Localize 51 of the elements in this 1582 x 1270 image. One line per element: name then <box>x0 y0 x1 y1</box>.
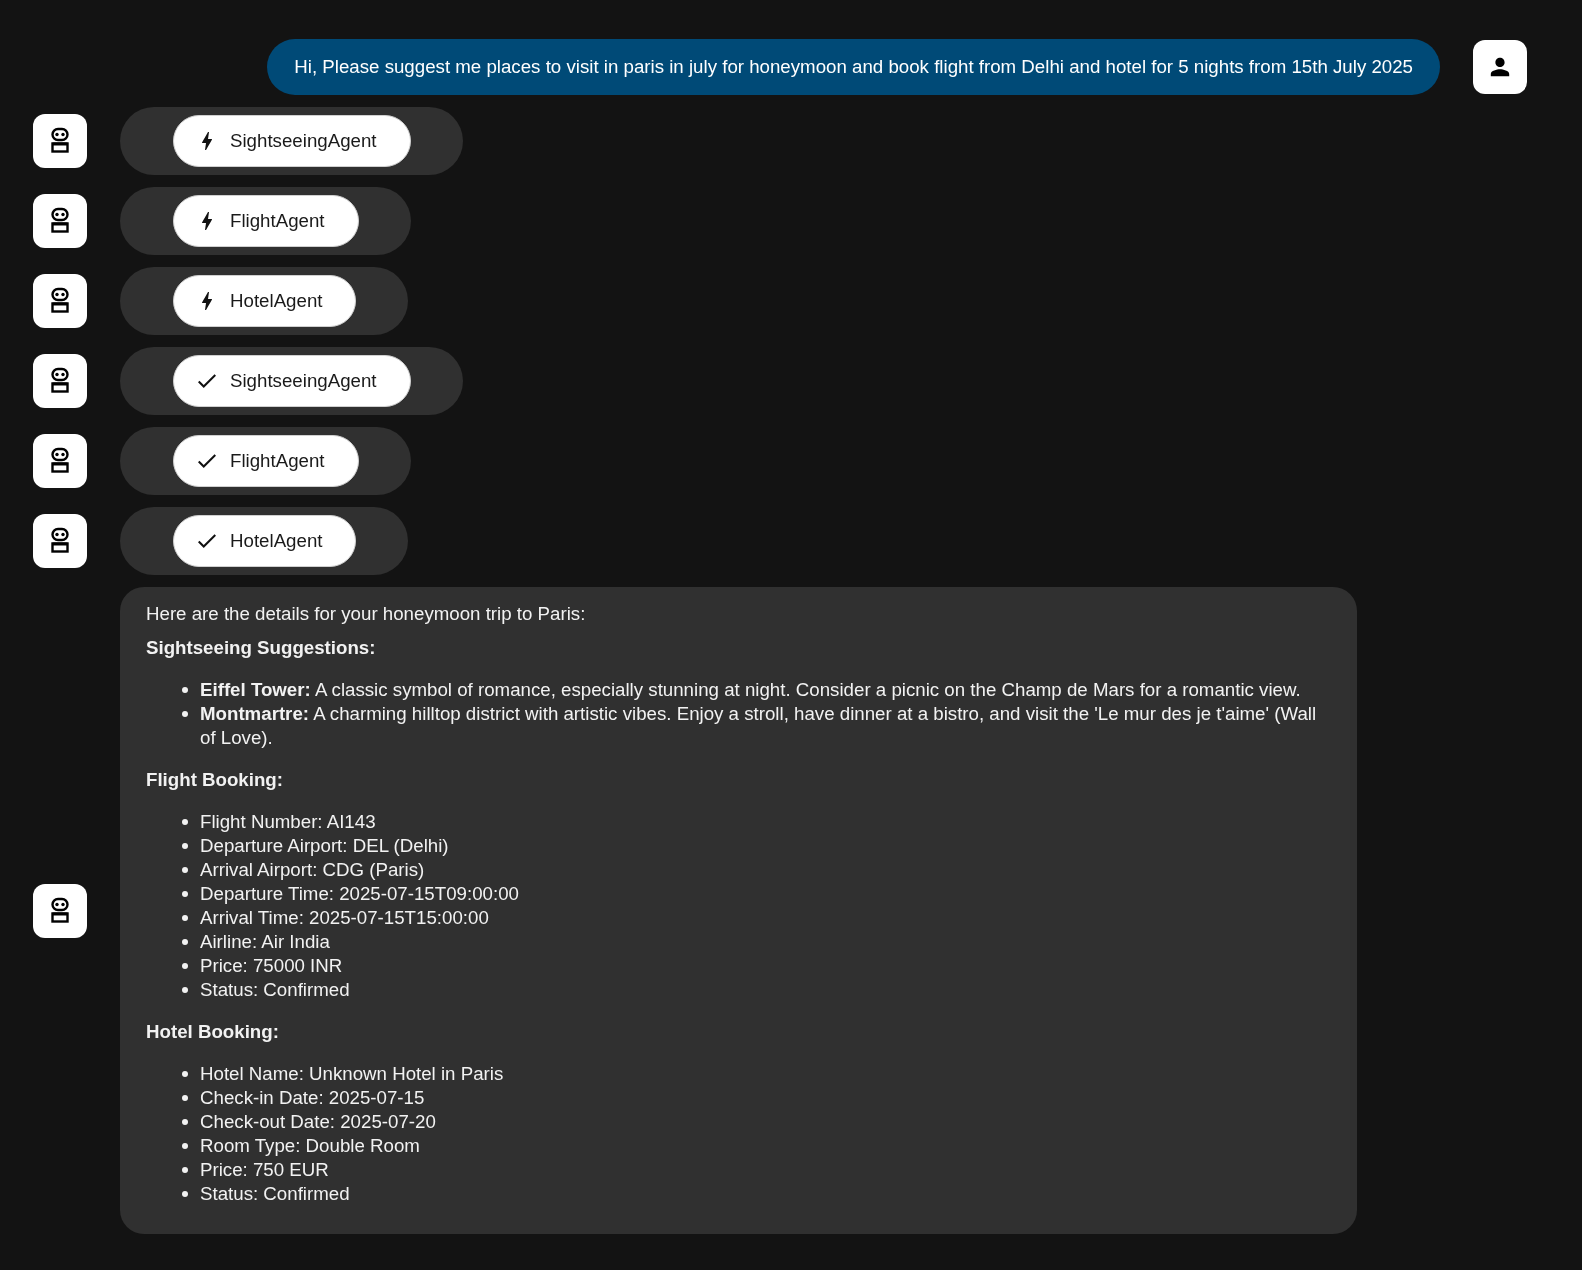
list-item-text: Arrival Time: 2025-07-15T15:00:00 <box>200 906 490 930</box>
bullet-icon <box>182 939 188 945</box>
section-heading: Sightseeing Suggestions: <box>146 636 377 660</box>
bullet-icon <box>182 819 188 825</box>
agent-chip[interactable]: SightseeingAgent <box>173 115 411 167</box>
list-item-text: Status: Confirmed <box>200 978 351 1002</box>
agent-chip[interactable]: FlightAgent <box>173 435 359 487</box>
list-item-text: Departure Airport: DEL (Delhi) <box>200 834 450 858</box>
bullet-icon <box>182 867 188 873</box>
robot-icon <box>33 194 87 248</box>
robot-icon <box>33 514 87 568</box>
list-item-text: Arrival Airport: CDG (Paris) <box>200 858 426 882</box>
bullet-icon <box>182 687 188 693</box>
agent-chip[interactable]: HotelAgent <box>173 515 357 567</box>
list-item-text: Montmartre: A charming hilltop district with artistic vibes. Enjoy a stroll, have dinner at a bistro, and visit the 'Le mur des je t'aime' (Wall of Love). <box>200 702 1318 750</box>
robot-icon <box>33 354 87 408</box>
list-item-text: Airline: Air India <box>200 930 331 954</box>
bullet-icon <box>182 843 188 849</box>
list-item-text: Departure Time: 2025-07-15T09:00:00 <box>200 882 520 906</box>
agent-chip[interactable]: FlightAgent <box>173 195 359 247</box>
list-item-text: Price: 75000 INR <box>200 954 344 978</box>
section-heading: Hotel Booking: <box>146 1020 280 1044</box>
person-icon <box>1473 40 1527 94</box>
list-item-text: Check-in Date: 2025-07-15 <box>200 1086 426 1110</box>
list-item-text: Flight Number: AI143 <box>200 810 377 834</box>
bullet-icon <box>182 963 188 969</box>
bullet-icon <box>182 1191 188 1197</box>
bullet-icon <box>182 1167 188 1173</box>
list-item-text: Hotel Name: Unknown Hotel in Paris <box>200 1062 505 1086</box>
bullet-icon <box>182 1119 188 1125</box>
robot-icon <box>33 434 87 488</box>
agent-chip[interactable]: HotelAgent <box>173 275 357 327</box>
list-item-text: Status: Confirmed <box>200 1182 351 1206</box>
bullet-icon <box>182 915 188 921</box>
list-item-text: Eiffel Tower: A classic symbol of romance, especially stunning at night. Consider a picnic on the Champ de Mars for a romantic view. <box>200 678 1302 702</box>
section-heading: Flight Booking: <box>146 768 284 792</box>
bullet-icon <box>182 1071 188 1077</box>
list-item-text: Room Type: Double Room <box>200 1134 421 1158</box>
list-item-text: Check-out Date: 2025-07-20 <box>200 1110 437 1134</box>
bullet-icon <box>182 1143 188 1149</box>
user-message: Hi, Please suggest me places to visit in paris in july for honeymoon and book flight from Delhi and hotel for 5 nights from 15th July 2025 <box>267 39 1440 95</box>
robot-icon <box>33 274 87 328</box>
message-text: Here are the details for your honeymoon trip to Paris: <box>146 602 587 626</box>
bullet-icon <box>182 711 188 717</box>
robot-icon <box>33 114 87 168</box>
list-item-text: Price: 750 EUR <box>200 1158 330 1182</box>
agent-chip[interactable]: SightseeingAgent <box>173 355 411 407</box>
bullet-icon <box>182 1095 188 1101</box>
bullet-icon <box>182 987 188 993</box>
bullet-icon <box>182 891 188 897</box>
robot-icon <box>33 883 87 938</box>
